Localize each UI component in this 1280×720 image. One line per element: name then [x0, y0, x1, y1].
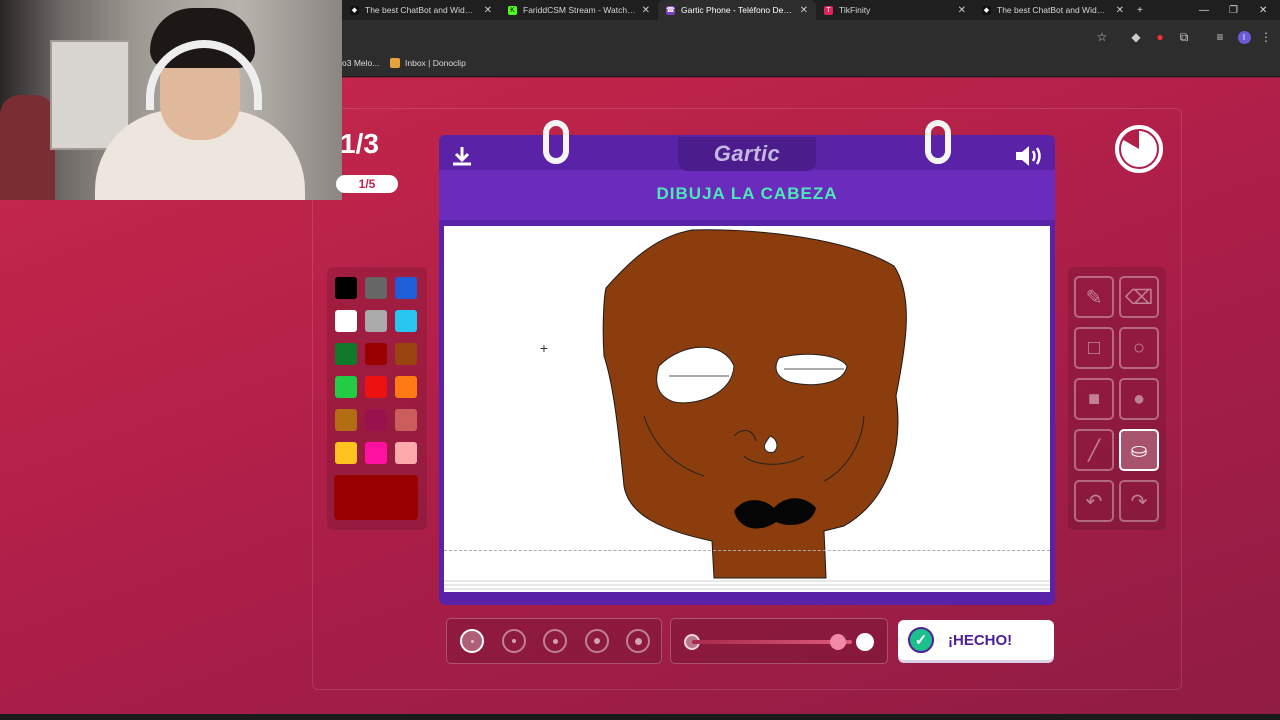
browser-tab[interactable]: ◆ The best ChatBot and Widgets ✕ — [342, 0, 500, 20]
opacity-slider-track[interactable] — [692, 640, 852, 644]
extension-icon[interactable]: ◆ — [1128, 29, 1144, 45]
color-swatch[interactable] — [395, 376, 417, 398]
tab-close-icon[interactable]: ✕ — [800, 5, 808, 16]
bookmark-star-icon[interactable]: ☆ — [1094, 29, 1110, 45]
players-done-badge: 1/5 — [336, 175, 398, 193]
minimize-icon[interactable]: — — [1199, 0, 1209, 20]
webcam-chair — [0, 95, 55, 200]
brush-size-option[interactable] — [460, 629, 484, 653]
close-window-icon[interactable]: ✕ — [1259, 0, 1267, 20]
binder-ring — [925, 120, 951, 164]
browser-tab[interactable]: K FariddCSM Stream - Watch Live ✕ — [500, 0, 658, 20]
line-tool-icon[interactable]: ╱ — [1074, 429, 1114, 471]
tab-close-icon[interactable]: ✕ — [642, 5, 650, 16]
tab-close-icon[interactable]: ✕ — [484, 5, 492, 16]
done-button[interactable]: ✓ ¡HECHO! — [898, 620, 1054, 660]
download-icon[interactable] — [449, 143, 475, 169]
drawing-artwork — [602, 229, 907, 579]
new-tab-button[interactable]: + — [1137, 0, 1143, 20]
notebook-pages-edge — [444, 580, 1050, 592]
browser-tab[interactable]: ◆ The best ChatBot and Widgets ✕ — [974, 0, 1132, 20]
color-swatch[interactable] — [365, 409, 387, 431]
browser-tab-active[interactable]: ☎ Gartic Phone - Teléfono Descon ✕ — [658, 0, 816, 20]
checkmark-icon: ✓ — [908, 627, 934, 653]
color-swatch[interactable] — [365, 442, 387, 464]
tab-close-icon[interactable]: ✕ — [1116, 5, 1124, 16]
color-swatch[interactable] — [335, 343, 357, 365]
gartic-logo: Gartic — [678, 137, 816, 171]
bookmark-item[interactable]: o3 Melo... — [342, 58, 379, 68]
timer-icon — [1115, 125, 1163, 173]
bookmark-favicon-icon — [390, 58, 400, 68]
extension-record-icon[interactable]: ● — [1152, 29, 1168, 45]
color-swatch[interactable] — [395, 343, 417, 365]
color-swatch[interactable] — [395, 442, 417, 464]
bookmark-item[interactable]: Inbox | Donoclip — [390, 58, 466, 68]
drawing-prompt: DIBUJA LA CABEZA — [656, 184, 838, 203]
timer-pie — [1120, 131, 1157, 167]
tab-favicon-icon: K — [508, 5, 517, 15]
color-swatch[interactable] — [335, 376, 357, 398]
color-swatch[interactable] — [335, 409, 357, 431]
color-swatch[interactable] — [395, 409, 417, 431]
fold-guide-line — [444, 550, 1050, 551]
taskbar-edge — [0, 714, 1280, 720]
undo-tool-icon[interactable]: ↶ — [1074, 480, 1114, 522]
color-swatch[interactable] — [335, 442, 357, 464]
color-swatch[interactable] — [365, 376, 387, 398]
filled-ellipse-tool-icon[interactable]: ● — [1119, 378, 1159, 420]
opacity-max-indicator — [856, 633, 874, 651]
media-control-icon[interactable]: ≡ — [1212, 29, 1228, 45]
webcam-overlay — [0, 0, 342, 200]
tab-favicon-icon: ☎ — [666, 5, 675, 15]
filled-rectangle-tool-icon[interactable]: ■ — [1074, 378, 1114, 420]
brush-size-option[interactable] — [543, 629, 567, 653]
tab-favicon-icon: ◆ — [982, 5, 991, 15]
opacity-slider-handle[interactable] — [830, 634, 846, 650]
color-swatch[interactable] — [395, 310, 417, 332]
pencil-tool-icon[interactable]: ✎ — [1074, 276, 1114, 318]
color-swatch[interactable] — [365, 343, 387, 365]
color-swatch[interactable] — [365, 277, 387, 299]
restore-icon[interactable]: ❐ — [1229, 0, 1238, 20]
color-swatch[interactable] — [395, 277, 417, 299]
fill-bucket-tool-icon[interactable]: ⛀ — [1119, 429, 1159, 471]
round-counter: 1/3 — [340, 128, 379, 159]
tab-favicon-icon: T — [824, 5, 833, 15]
profile-avatar-icon[interactable]: I — [1236, 29, 1252, 45]
tab-close-icon[interactable]: ✕ — [958, 5, 966, 16]
extensions-puzzle-icon[interactable]: ⧉ — [1176, 29, 1192, 45]
menu-kebab-icon[interactable]: ⋮ — [1258, 29, 1274, 45]
eraser-tool-icon[interactable]: ⌫ — [1119, 276, 1159, 318]
color-swatch[interactable] — [365, 310, 387, 332]
drawing-canvas[interactable] — [444, 226, 1050, 592]
brush-size-option[interactable] — [584, 629, 609, 653]
volume-icon[interactable] — [1013, 142, 1045, 170]
ellipse-tool-icon[interactable]: ○ — [1119, 327, 1159, 369]
rectangle-tool-icon[interactable]: □ — [1074, 327, 1114, 369]
color-swatch[interactable] — [335, 277, 357, 299]
color-swatch[interactable] — [335, 310, 357, 332]
brush-size-option[interactable] — [501, 629, 526, 653]
redo-tool-icon[interactable]: ↷ — [1119, 480, 1159, 522]
current-color-preview — [334, 475, 418, 520]
brush-size-option[interactable] — [626, 629, 650, 653]
crosshair-cursor-icon: + — [539, 340, 549, 356]
browser-tab[interactable]: T TikFinity ✕ — [816, 0, 974, 20]
binder-ring — [543, 120, 569, 164]
tab-favicon-icon: ◆ — [350, 5, 359, 15]
